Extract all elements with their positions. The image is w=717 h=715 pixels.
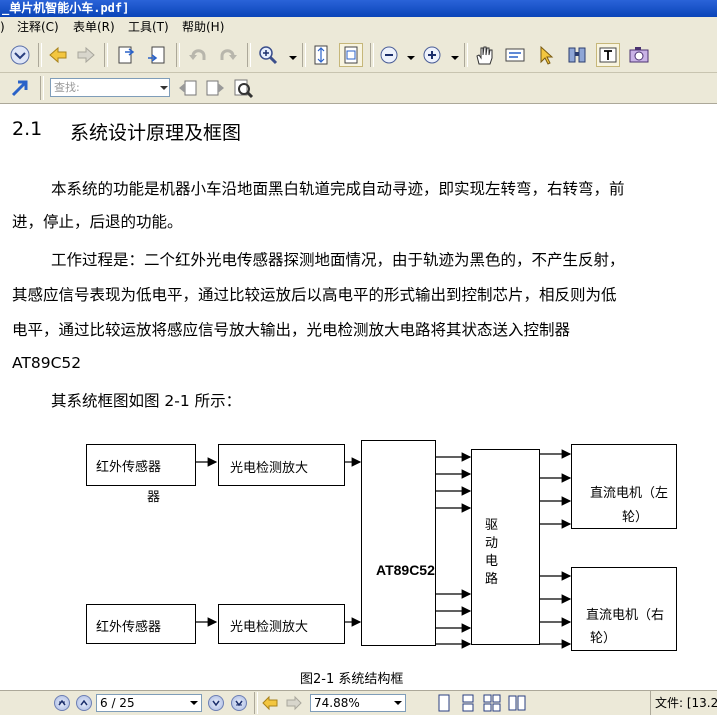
zoom-out-dropdown-icon[interactable] (407, 56, 415, 60)
toolbar-separator (370, 43, 374, 67)
toolbar-separator (464, 43, 468, 67)
dc-motor-right-label: 直流电机（右 (586, 608, 665, 623)
main-toolbar (0, 38, 717, 73)
go-back-icon[interactable] (258, 691, 282, 715)
status-bar: 6 / 25 74.88% 文件: [13.2 (0, 690, 717, 715)
zoom-in-icon[interactable] (256, 43, 280, 67)
next-page-icon[interactable] (208, 695, 224, 711)
previous-page-icon[interactable] (76, 695, 92, 711)
page-number-field[interactable]: 6 / 25 (96, 694, 202, 712)
find-previous-icon[interactable] (176, 76, 200, 100)
controller-box (361, 440, 436, 646)
heading-text: 系统设计原理及框图 (70, 122, 242, 144)
pointer-icon[interactable] (534, 43, 558, 67)
ir-sensor-top-label-overflow: 器 (147, 490, 161, 505)
driver-label-4: 路 (485, 572, 499, 587)
zoom-dropdown-icon[interactable] (289, 56, 297, 60)
search-dropdown-icon[interactable] (158, 78, 170, 97)
zoom-plus-dropdown-icon[interactable] (451, 56, 459, 60)
paragraph-line: 进，停止，后退的功能。 (12, 213, 183, 231)
paragraph-line: 本系统的功能是机器小车沿地面黑白轨道完成自动寻迹，即实现左转弯，右转弯，前 (51, 180, 625, 198)
search-input[interactable]: 查找: (50, 78, 170, 97)
link-arrow-icon[interactable] (8, 76, 32, 100)
dc-motor-left-label: 直流电机（左 (590, 486, 669, 501)
find-binoculars-icon[interactable] (565, 43, 589, 67)
menu-item-forms[interactable]: 表单(R) (73, 17, 115, 38)
photo-amp-bottom-label: 光电检测放大 (230, 620, 309, 635)
ir-sensor-bottom-label: 红外传感器 (96, 620, 162, 635)
actual-size-icon[interactable] (339, 43, 363, 67)
paragraph-line: 工作过程是：二个红外光电传感器探测地面情况，由于轨迹为黑色的，不产生反射， (51, 251, 625, 269)
dc-motor-left-label-2: 轮） (622, 510, 649, 525)
driver-label-2: 动 (485, 536, 499, 551)
figure-caption: 图2-1 系统结构框 (300, 672, 404, 687)
toolbar-separator (176, 43, 180, 67)
window-title: _单片机智能小车.pdf] (0, 0, 717, 17)
toolbar-separator (38, 43, 42, 67)
ir-sensor-top-label: 红外传感器 (96, 460, 162, 475)
page-insert-icon[interactable] (145, 43, 169, 67)
paragraph-line: 其感应信号表现为低电平，通过比较运放后以高电平的形式输出到控制芯片，相反则为低 (12, 286, 617, 304)
controller-label: AT89C52 (376, 562, 435, 578)
hand-tool-icon[interactable] (472, 43, 496, 67)
dc-motor-right-label-2: 轮） (590, 631, 617, 646)
toolbar-separator (302, 43, 306, 67)
driver-label-1: 驱 (485, 518, 499, 533)
text-select-icon[interactable] (596, 43, 620, 67)
back-arrow-icon[interactable] (46, 43, 70, 67)
find-next-icon[interactable] (203, 76, 227, 100)
toolbar-separator (104, 43, 108, 67)
down-circle-icon[interactable] (8, 43, 32, 67)
snapshot-camera-icon[interactable] (627, 43, 651, 67)
paragraph-line: 其系统框图如图 2-1 所示： (51, 392, 242, 410)
menu-item-comments[interactable]: 注释(C) (17, 17, 59, 38)
last-page-icon[interactable] (231, 695, 247, 711)
search-magnifier-icon[interactable] (231, 76, 255, 100)
page-dropdown-icon[interactable] (190, 701, 198, 705)
photo-amp-top-label: 光电检测放大 (230, 461, 309, 476)
menu-bar: ) 注释(C) 表单(R) 工具(T) 帮助(H) (0, 17, 717, 38)
menu-item-partial[interactable]: ) (0, 17, 5, 38)
page-number-value: 6 / 25 (100, 696, 135, 710)
paragraph-line: AT89C52 (12, 354, 82, 372)
select-text-icon[interactable] (503, 43, 527, 67)
paragraph-line: 电平，通过比较运放将感应信号放大输出，光电检测放大电路将其状态送入控制器 (12, 321, 571, 339)
fit-page-icon[interactable] (309, 43, 333, 67)
find-toolbar: 查找: (0, 73, 717, 104)
document-page: 2.1 系统设计原理及框图 本系统的功能是机器小车沿地面黑白轨道完成自动寻迹，即… (0, 104, 717, 690)
toolbar-separator (40, 76, 44, 100)
zoom-level-field[interactable]: 74.88% (310, 694, 406, 712)
menu-item-help[interactable]: 帮助(H) (182, 17, 224, 38)
heading-number: 2.1 (12, 118, 43, 140)
first-page-icon[interactable] (54, 695, 70, 711)
driver-label-3: 电 (485, 554, 499, 569)
redo-icon[interactable] (216, 43, 240, 67)
continuous-facing-icon[interactable] (505, 691, 529, 715)
driver-circuit-box (471, 449, 540, 645)
page-extract-icon[interactable] (114, 43, 138, 67)
system-block-diagram: 红外传感器 器 光电检测放大 AT89C52 驱 动 电 路 直流电机（左 轮）… (0, 424, 717, 690)
toolbar-separator (247, 43, 251, 67)
continuous-page-icon[interactable] (456, 691, 480, 715)
facing-pages-icon[interactable] (480, 691, 504, 715)
zoom-level-dropdown-icon[interactable] (394, 701, 402, 705)
zoom-out-icon[interactable] (377, 43, 401, 67)
forward-arrow-icon[interactable] (74, 43, 98, 67)
file-info: 文件: [13.2 (650, 691, 717, 715)
single-page-icon[interactable] (432, 691, 456, 715)
menu-item-tools[interactable]: 工具(T) (128, 17, 169, 38)
zoom-plus-icon[interactable] (420, 43, 444, 67)
undo-icon[interactable] (186, 43, 210, 67)
zoom-level-value: 74.88% (314, 696, 360, 710)
go-forward-icon[interactable] (282, 691, 306, 715)
